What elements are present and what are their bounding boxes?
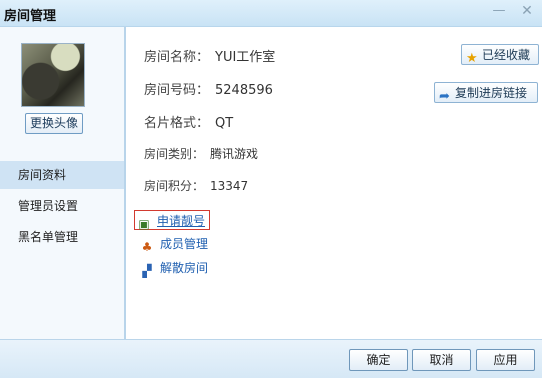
certificate-icon: ▣ [138, 217, 150, 231]
card-format-row: 名片格式： QT [144, 112, 233, 131]
room-id-label: 房间号码： [144, 83, 210, 98]
room-category-row: 房间类别： 腾讯游戏 [144, 145, 258, 162]
room-name-row: 房间名称： YUI工作室 [144, 46, 275, 65]
apply-number-link[interactable]: ▣ 申请靓号 [134, 210, 211, 231]
card-format-value: QT [215, 116, 234, 131]
title-bar: 房间管理 — ✕ [0, 0, 542, 27]
room-category-label: 房间类别： [144, 147, 205, 161]
change-avatar-button[interactable]: 更换头像 [25, 113, 83, 134]
ok-button[interactable]: 确定 [349, 349, 408, 371]
star-icon: ★ [466, 51, 478, 66]
room-info-panel: 房间名称： YUI工作室 房间号码： 5248596 名片格式： QT 房间类别： 腾讯… [128, 27, 542, 339]
apply-number-label: 申请靓号 [157, 214, 206, 228]
members-icon: ♣ [141, 240, 153, 254]
card-format-label: 名片格式： [144, 116, 210, 131]
dissolve-room-link[interactable]: ▞ 解散房间 [140, 258, 208, 278]
member-manage-link[interactable]: ♣ 成员管理 [140, 234, 208, 254]
minimize-button[interactable]: — [488, 2, 510, 20]
room-points-label: 房间积分： [144, 179, 205, 193]
room-category-value: 腾讯游戏 [210, 147, 259, 161]
member-manage-label: 成员管理 [160, 237, 209, 251]
favorite-label: 已经收藏 [482, 48, 531, 62]
room-points-row: 房间积分： 13347 [144, 177, 248, 194]
room-points-value: 13347 [210, 179, 249, 193]
window-title: 房间管理 [4, 9, 57, 24]
sidebar-item-room-info[interactable]: 房间资料 [0, 161, 124, 189]
sidebar: 更换头像 房间资料 管理员设置 黑名单管理 [0, 27, 126, 339]
sidebar-item-blacklist[interactable]: 黑名单管理 [0, 223, 124, 251]
dialog-button-bar: 确定 取消 应用 [0, 339, 542, 378]
favorite-button[interactable]: ★ 已经收藏 [461, 44, 539, 66]
link-icon: ➦ [439, 89, 450, 104]
apply-button[interactable]: 应用 [476, 349, 535, 371]
close-button[interactable]: ✕ [516, 2, 538, 20]
room-avatar [21, 43, 85, 107]
dissolve-icon: ▞ [142, 264, 152, 278]
dissolve-room-label: 解散房间 [160, 261, 209, 275]
room-id-row: 房间号码： 5248596 [144, 79, 273, 98]
room-id-value: 5248596 [215, 83, 273, 98]
copy-room-link-button[interactable]: ➦ 复制进房链接 [434, 82, 538, 104]
sidebar-item-admin-settings[interactable]: 管理员设置 [0, 192, 124, 220]
copy-link-label: 复制进房链接 [455, 86, 528, 100]
cancel-button[interactable]: 取消 [412, 349, 471, 371]
room-name-value: YUI工作室 [215, 50, 276, 65]
room-name-label: 房间名称： [144, 50, 210, 65]
